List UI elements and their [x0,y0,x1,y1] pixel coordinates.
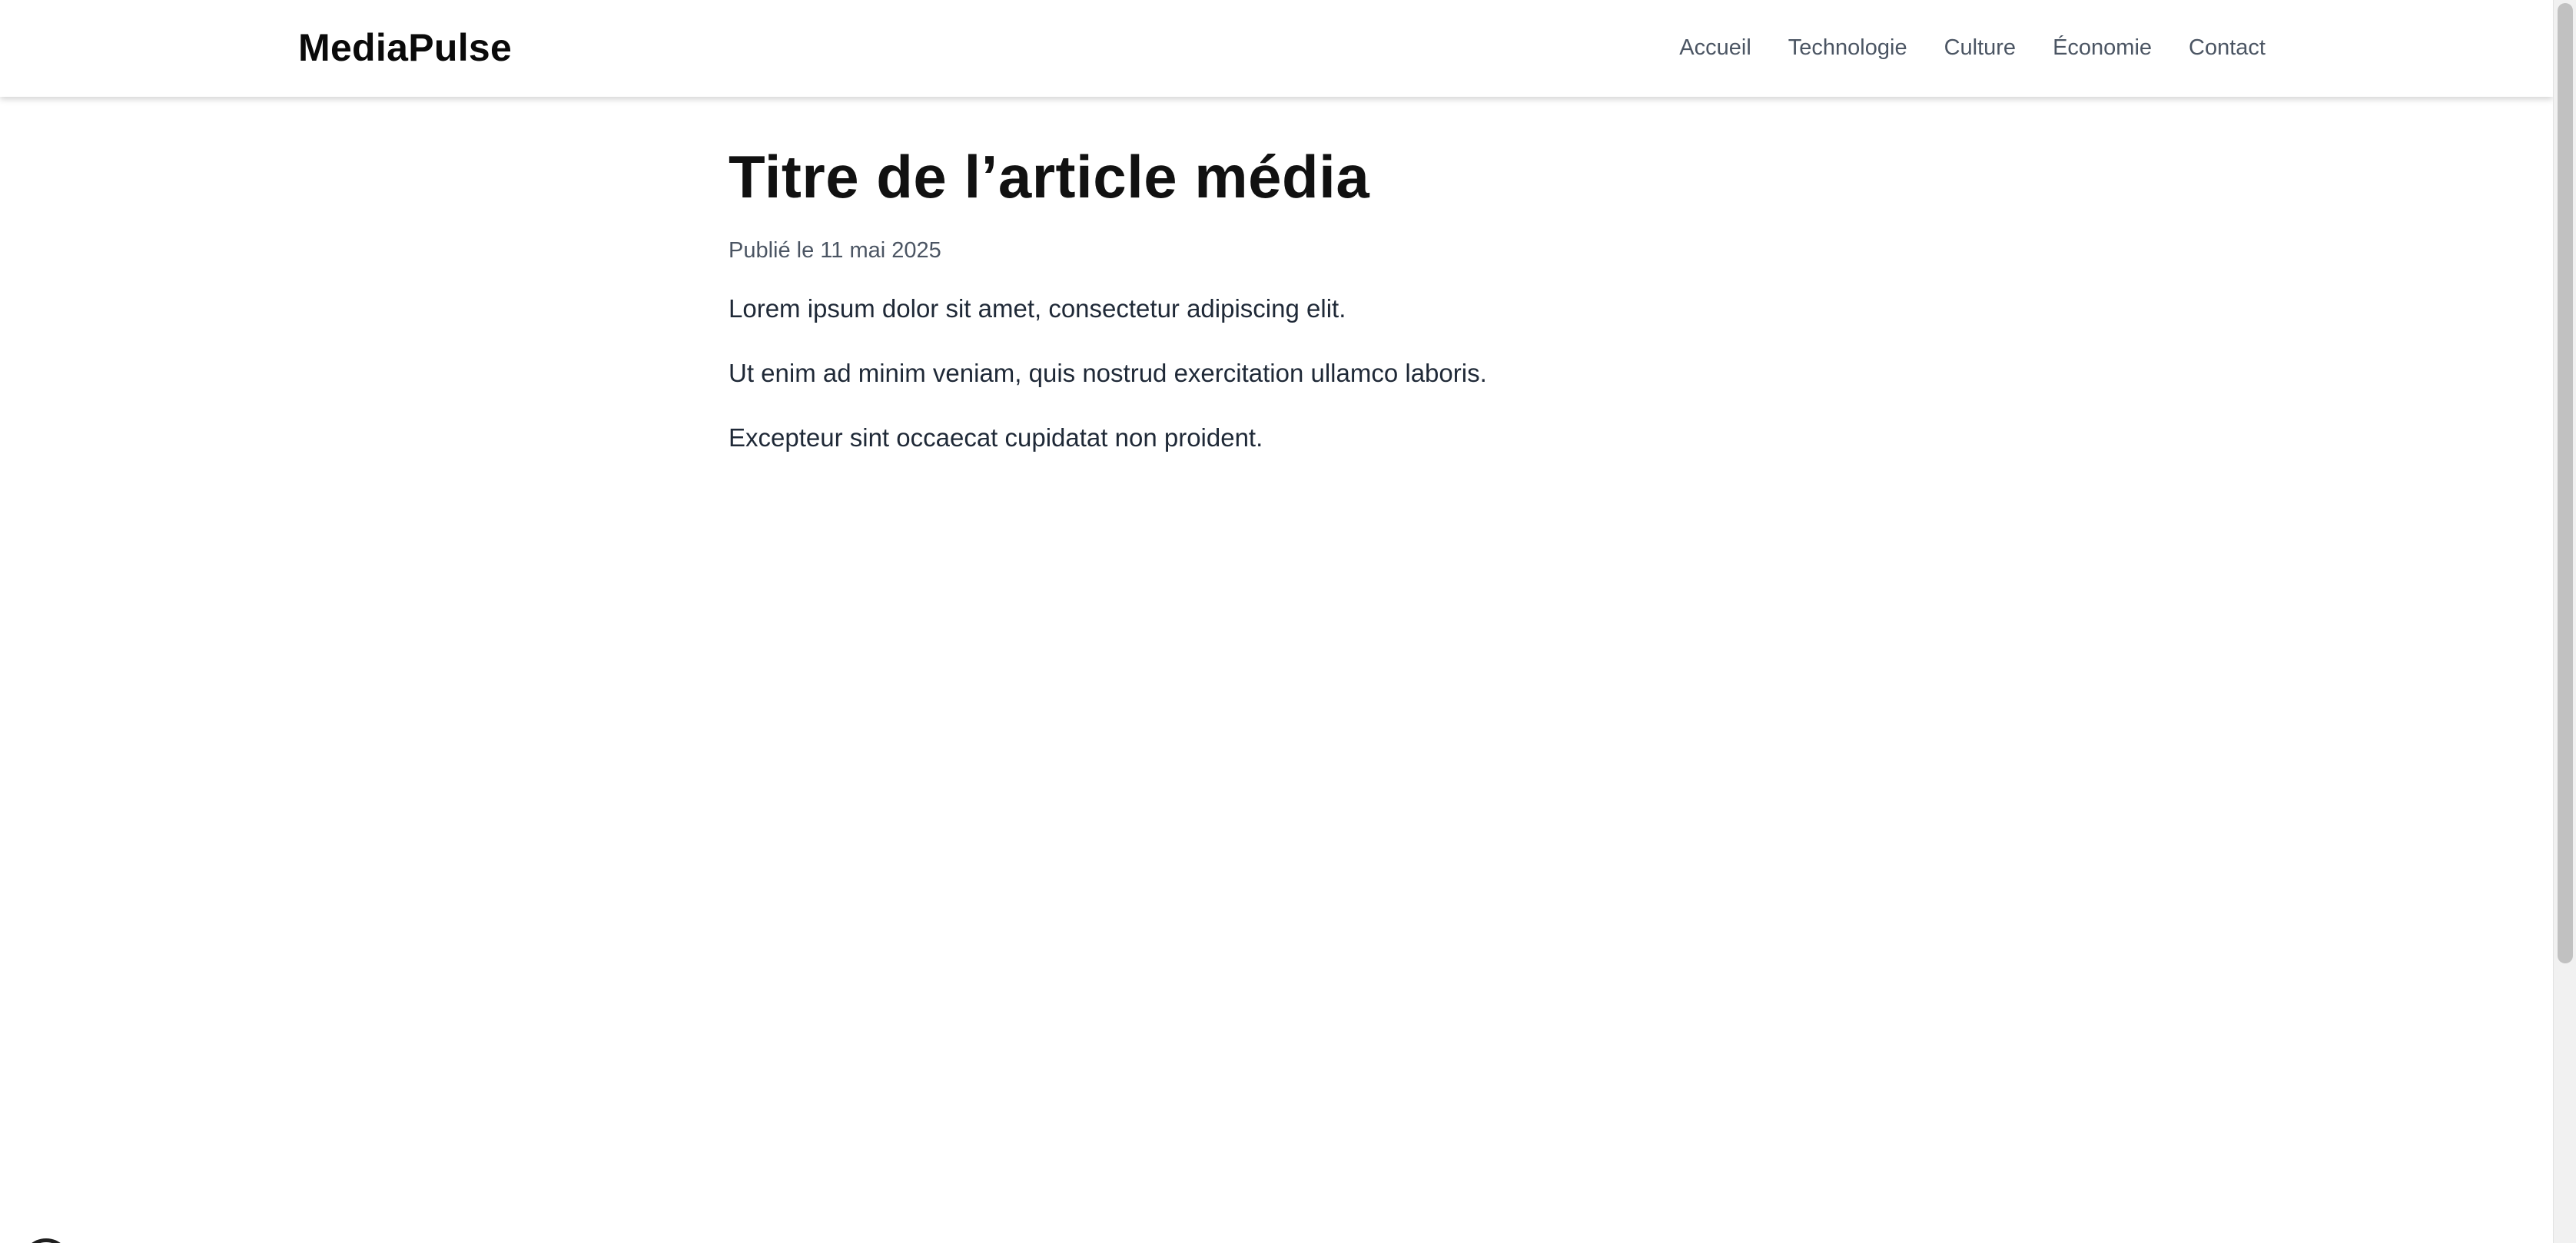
nav-link-culture[interactable]: Culture [1944,35,2017,60]
article-publish-date: Publié le 11 mai 2025 [729,238,941,263]
nav-item-culture: Culture [1944,31,2017,65]
nav-link-economie[interactable]: Économie [2053,35,2152,60]
vertical-scrollbar[interactable] [2553,0,2576,1243]
scrollbar-thumb[interactable] [2558,3,2573,963]
article-paragraph: Ut enim ad minim veniam, quis nostrud ex… [729,359,1487,387]
site-logo[interactable]: MediaPulse [298,23,512,72]
nav-link-accueil[interactable]: Accueil [1679,35,1751,60]
article-body: Lorem ipsum dolor sit amet, consectetur … [729,290,1851,456]
article-title: Titre de l’article média [729,143,1370,210]
floating-widget-button[interactable] [22,1238,71,1243]
nav-item-accueil: Accueil [1679,31,1751,65]
article-paragraph: Excepteur sint occaecat cupidatat non pr… [729,423,1263,452]
nav-item-economie: Économie [2053,31,2152,65]
nav-item-contact: Contact [2189,31,2266,65]
site-header: MediaPulse Accueil Technologie Culture É… [0,0,2553,97]
nav-link-contact[interactable]: Contact [2189,35,2266,60]
main-nav: Accueil Technologie Culture Économie Con… [1679,31,2266,65]
article: Titre de l’article média Publié le 11 ma… [729,138,1851,456]
nav-link-technologie[interactable]: Technologie [1788,35,1907,60]
article-paragraph: Lorem ipsum dolor sit amet, consectetur … [729,294,1346,323]
page: MediaPulse Accueil Technologie Culture É… [0,0,2576,1243]
nav-item-technologie: Technologie [1788,31,1907,65]
